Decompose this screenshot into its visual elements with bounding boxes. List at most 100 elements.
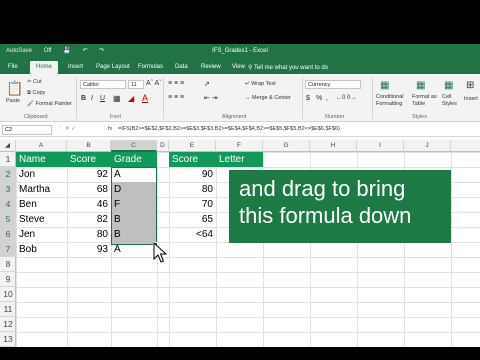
cell-score[interactable]: 82: [67, 212, 111, 227]
column-header[interactable]: J: [404, 140, 451, 152]
row-header[interactable]: 8: [0, 257, 16, 272]
cell-score[interactable]: 68: [67, 182, 111, 197]
font-size-select[interactable]: 11: [128, 80, 144, 89]
tab-review[interactable]: Review: [201, 64, 221, 70]
row-header[interactable]: 12: [0, 317, 16, 332]
column-header[interactable]: H: [310, 140, 357, 152]
comma-button[interactable]: ,: [326, 95, 328, 102]
format-painter-button[interactable]: 🖌 Format Painter: [27, 101, 72, 107]
cell-styles-button[interactable]: Cell Styles: [442, 94, 462, 108]
decimal-icons[interactable]: ←0 0→: [336, 95, 356, 101]
cell-lookup-score[interactable]: 70: [169, 197, 216, 212]
tab-home[interactable]: Home: [30, 61, 59, 74]
letterbox-bottom: [0, 347, 480, 360]
column-header[interactable]: C: [111, 140, 157, 152]
cell-lookup-score[interactable]: 65: [169, 212, 216, 227]
select-all-corner[interactable]: ◢: [0, 140, 16, 152]
group-separator: [372, 77, 373, 119]
row-header[interactable]: 13: [0, 332, 16, 347]
cell-lookup-score[interactable]: <64: [169, 227, 216, 242]
insert-cells-icon[interactable]: ⊞: [466, 80, 474, 91]
paste-icon[interactable]: 📋: [6, 80, 23, 97]
column-header[interactable]: A: [16, 140, 67, 152]
wrap-text-button[interactable]: ↵ Wrap Text: [245, 81, 276, 87]
row-header[interactable]: 1: [0, 152, 16, 167]
header-cell-name[interactable]: Name: [16, 152, 67, 167]
cell-name[interactable]: Bob: [16, 242, 67, 257]
row-header[interactable]: 6: [0, 227, 16, 242]
fill-color-icon[interactable]: ◢: [128, 94, 134, 103]
percent-button[interactable]: %: [316, 95, 322, 102]
header-cell-letter[interactable]: Letter: [216, 152, 263, 167]
tell-me-text: Tell me what you want to do: [253, 65, 328, 71]
formula-bar-icons[interactable]: ⋮ ✕ ✓: [58, 126, 76, 132]
align-top-icons[interactable]: ≡ ≡ ≡: [168, 80, 184, 87]
cell-name[interactable]: Jen: [16, 227, 67, 242]
insert-cells-button[interactable]: Insert: [464, 96, 478, 102]
row-header[interactable]: 4: [0, 197, 16, 212]
bold-button[interactable]: B: [81, 95, 86, 102]
column-header[interactable]: E: [169, 140, 216, 152]
underline-button[interactable]: U: [100, 95, 105, 102]
currency-icon[interactable]: $: [306, 95, 310, 102]
cell-lookup-score[interactable]: 80: [169, 182, 216, 197]
group-number: Number: [325, 114, 345, 120]
cell-name[interactable]: Ben: [16, 197, 67, 212]
row-header[interactable]: 7: [0, 242, 16, 257]
cell-score[interactable]: 93: [67, 242, 111, 257]
row-header[interactable]: 3: [0, 182, 16, 197]
orientation-icon[interactable]: ⇗: [204, 80, 210, 88]
formula-input[interactable]: =IFS(B2>=$E$2,$F$2,B2>=$E$3,$F$3,B2>=$E$…: [118, 126, 340, 132]
tab-insert[interactable]: Insert: [68, 64, 83, 70]
merge-center-button[interactable]: ↔ Merge & Center: [245, 95, 291, 101]
cut-button[interactable]: ✂ Cut: [27, 79, 42, 85]
row-headers: 1 2 3 4 5 6 7 8 9 10 11 12 13: [0, 152, 16, 360]
fx-button[interactable]: fx: [108, 126, 112, 132]
italic-button[interactable]: I: [91, 95, 93, 102]
format-as-table-button[interactable]: Format as Table: [412, 94, 440, 108]
format-table-icon[interactable]: ▦: [416, 80, 425, 91]
tab-page-layout[interactable]: Page Layout: [96, 64, 130, 70]
borders-icon[interactable]: ▦: [113, 94, 121, 103]
cell-lookup-score[interactable]: 90: [169, 167, 216, 182]
row-header[interactable]: 10: [0, 287, 16, 302]
row-header[interactable]: 9: [0, 272, 16, 287]
name-box[interactable]: C2: [2, 125, 52, 135]
cell-score[interactable]: 92: [67, 167, 111, 182]
indent-icons[interactable]: ⇤ ⇥: [204, 94, 218, 102]
conditional-formatting-icon[interactable]: ▦: [380, 80, 389, 91]
cell-score[interactable]: 80: [67, 227, 111, 242]
tab-view[interactable]: View: [232, 64, 245, 70]
title-bar: AutoSave Off 💾 ↶ ↷ IFS_Grades1 - Excel: [0, 44, 480, 60]
header-cell-grade[interactable]: Grade: [111, 152, 157, 167]
column-header[interactable]: F: [216, 140, 263, 152]
column-header[interactable]: B: [67, 140, 111, 152]
cell-styles-icon[interactable]: ▦: [444, 80, 453, 91]
copy-button[interactable]: ⧉ Copy: [27, 90, 45, 97]
cell-score[interactable]: 46: [67, 197, 111, 212]
cell-name[interactable]: Steve: [16, 212, 67, 227]
font-grow-shrink-icon[interactable]: Aˆ Aˇ: [146, 80, 162, 87]
font-color-icon[interactable]: A: [142, 93, 148, 103]
formula-bar: C2 ⋮ ✕ ✓ fx =IFS(B2>=$E$2,$F$2,B2>=$E$3,…: [0, 123, 480, 137]
conditional-formatting-button[interactable]: Conditional Formatting: [376, 94, 410, 108]
column-header[interactable]: I: [357, 140, 404, 152]
paste-button[interactable]: Paste: [6, 98, 20, 104]
align-horizontal-icons[interactable]: ≡ ≡ ≡: [168, 94, 184, 101]
group-alignment: Alignment: [222, 114, 247, 120]
row-header[interactable]: 2: [0, 167, 16, 182]
column-header[interactable]: G: [263, 140, 310, 152]
row-header[interactable]: 5: [0, 212, 16, 227]
tab-file[interactable]: File: [8, 64, 18, 70]
cell-name[interactable]: Martha: [16, 182, 67, 197]
number-format-select[interactable]: Currency: [305, 80, 361, 89]
tab-formulas[interactable]: Formulas: [138, 64, 163, 70]
cell-name[interactable]: Jon: [16, 167, 67, 182]
row-header[interactable]: 11: [0, 302, 16, 317]
header-cell-lookup-score[interactable]: Score: [169, 152, 216, 167]
header-cell-score[interactable]: Score: [67, 152, 111, 167]
tell-me-box[interactable]: ⚲ Tell me what you want to do: [248, 64, 328, 71]
column-header[interactable]: D: [157, 140, 169, 152]
tab-data[interactable]: Data: [175, 64, 188, 70]
font-name-select[interactable]: Calibri: [80, 80, 126, 89]
